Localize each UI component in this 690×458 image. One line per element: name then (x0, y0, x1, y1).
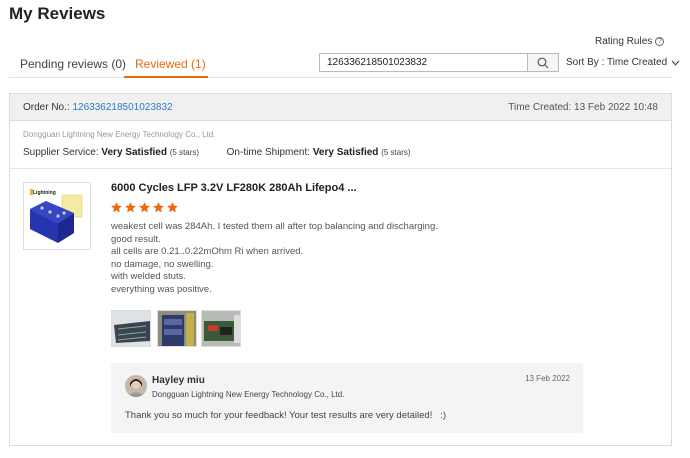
star-icon (125, 202, 136, 213)
search-button[interactable] (527, 53, 559, 72)
reply-text: Thank you so much for your feedback! You… (125, 410, 447, 421)
review-line: everything was positive. (111, 283, 212, 295)
supplier-service-stars: (5 stars) (169, 148, 200, 157)
tab-pending-reviews[interactable]: Pending reviews (0) (20, 57, 126, 71)
order-header: Order No.: 126336218501023832 Time Creat… (10, 94, 671, 121)
page-title: My Reviews (9, 4, 106, 23)
help-icon: ? (655, 37, 665, 46)
star-icon (167, 202, 178, 213)
shipment-stars: (5 stars) (381, 148, 411, 157)
sort-dropdown[interactable]: Sort By : Time Created (566, 57, 680, 68)
review-line: all cells are 0.21..0.22mOhm Ri when arr… (111, 246, 304, 257)
order-number: Order No.: 126336218501023832 (23, 102, 173, 113)
search-icon (537, 57, 549, 68)
review-text: weakest cell was 284Ah. I tested them al… (111, 221, 438, 296)
order-number-link[interactable]: 126336218501023832 (72, 102, 172, 113)
rating-rules-link[interactable]: Rating Rules ? (595, 36, 665, 47)
review-card: Order No.: 126336218501023832 Time Creat… (9, 93, 672, 446)
review-photo-3[interactable] (201, 310, 241, 347)
review-photo-2[interactable] (157, 310, 197, 347)
star-icon (111, 202, 122, 213)
star-icon (139, 202, 150, 213)
avatar (125, 375, 147, 397)
supplier-ratings: Supplier Service: Very Satisfied (5 star… (23, 147, 411, 158)
photo-thumbnail (158, 311, 196, 346)
battery-product-image: Lightning (30, 189, 83, 243)
product-rating-stars (110, 201, 179, 214)
supplier-service-value: Very Satisfied (101, 147, 167, 158)
search-input[interactable] (319, 53, 528, 72)
review-line: with welded stuts. (111, 271, 186, 282)
product-title[interactable]: 6000 Cycles LFP 3.2V LF280K 280Ah Lifepo… (111, 182, 357, 194)
seller-reply: Hayley miu Dongguan Lightning New Energy… (111, 363, 583, 433)
rating-rules-label: Rating Rules (595, 36, 653, 47)
shipment-label: On-time Shipment: (226, 147, 311, 158)
shipment-value: Very Satisfied (312, 147, 379, 158)
divider (10, 168, 671, 169)
photo-thumbnail (112, 311, 150, 346)
star-icon (153, 202, 164, 213)
reply-name: Hayley miu (152, 375, 205, 386)
product-logo-text: Lightning (33, 190, 56, 196)
review-line: no damage, no swelling. (111, 258, 214, 270)
seller-avatar-icon (125, 375, 147, 397)
review-line: weakest cell was 284Ah. I tested them al… (111, 221, 438, 232)
order-number-label: Order No.: (23, 102, 70, 113)
time-created: Time Created: 13 Feb 2022 10:48 (508, 102, 658, 113)
chevron-down-icon (671, 60, 680, 66)
product-thumbnail[interactable]: Lightning (23, 182, 91, 250)
tab-reviewed[interactable]: Reviewed (1) (135, 57, 206, 71)
active-tab-indicator (124, 76, 208, 78)
review-line: good result. (111, 233, 161, 245)
supplier-service-label: Supplier Service: (23, 147, 99, 158)
sort-label: Sort By : Time Created (566, 57, 668, 68)
reply-company: Dongguan Lightning New Energy Technology… (152, 390, 345, 399)
supplier-name: Dongguan Lightning New Energy Technology… (23, 130, 216, 139)
reply-date: 13 Feb 2022 (525, 374, 570, 383)
review-photo-1[interactable] (111, 310, 151, 347)
photo-thumbnail (202, 311, 240, 346)
